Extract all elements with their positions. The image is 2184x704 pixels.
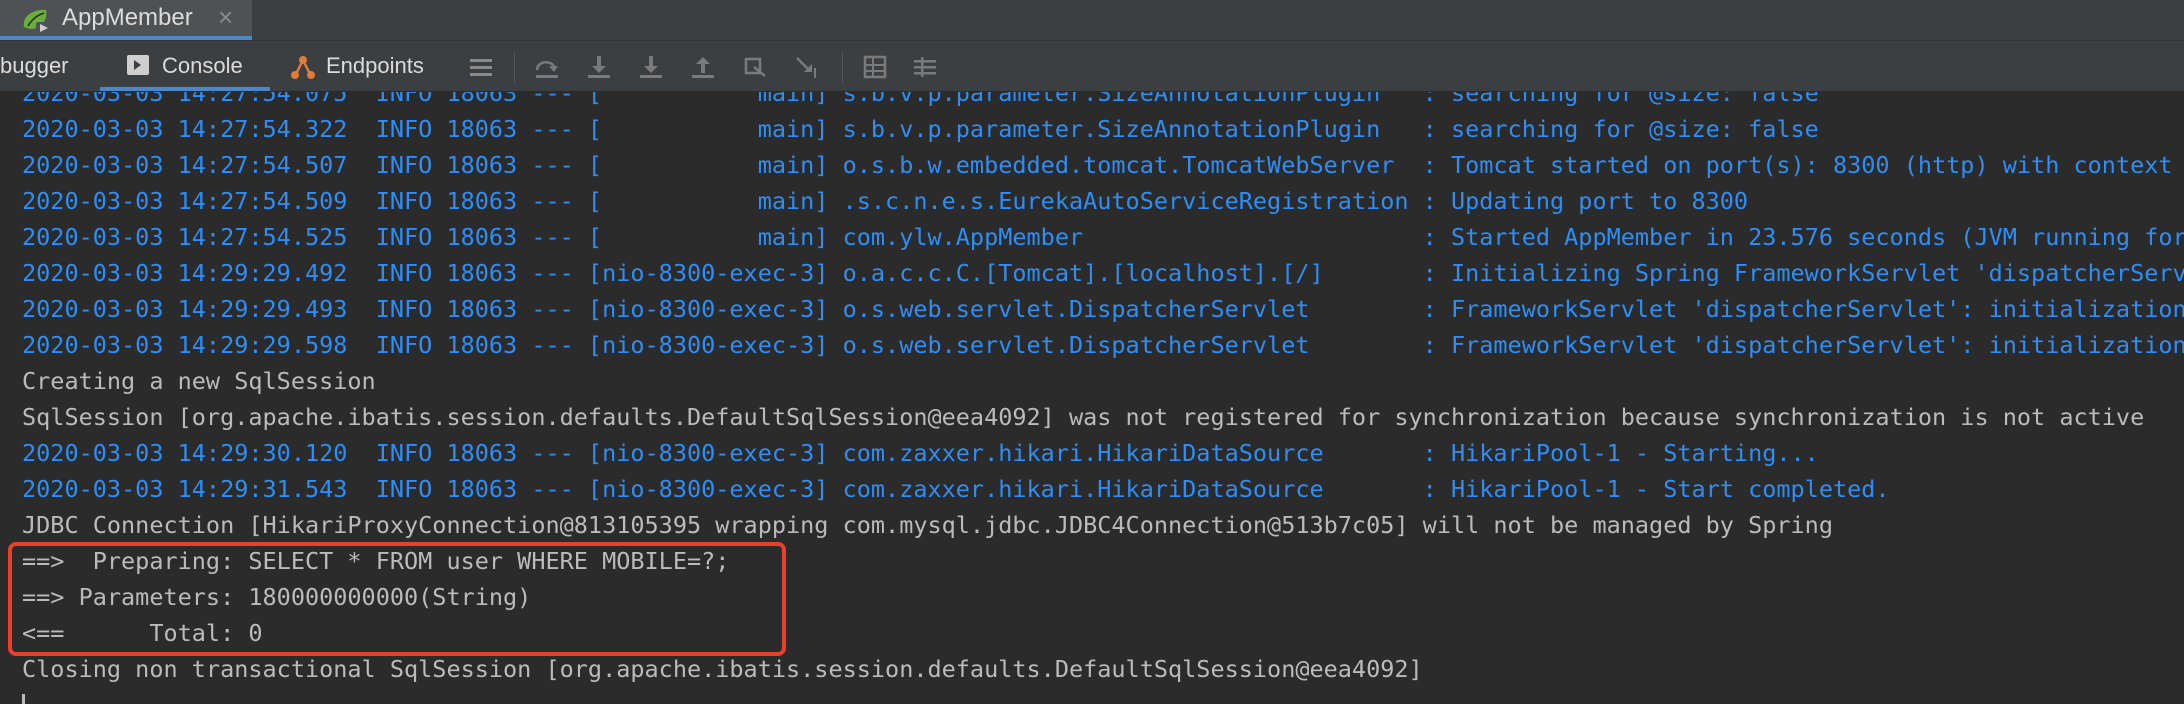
step-into-icon[interactable]: [586, 54, 612, 80]
log-line: 2020-03-03 14:29:29.598 INFO 18063 --- […: [22, 331, 2184, 359]
evaluate-icon[interactable]: [862, 54, 888, 80]
run-to-cursor-icon[interactable]: [794, 54, 820, 80]
log-line: 2020-03-03 14:29:29.492 INFO 18063 --- […: [22, 259, 2184, 287]
log-line: Creating a new SqlSession: [22, 367, 376, 395]
drop-frame-icon[interactable]: [742, 54, 768, 80]
force-step-into-icon[interactable]: [638, 54, 664, 80]
toolbar-separator: [514, 51, 515, 83]
log-line: 2020-03-03 14:27:54.322 INFO 18063 --- […: [22, 115, 1819, 143]
trace-icon[interactable]: [912, 54, 938, 80]
log-line: SqlSession [org.apache.ibatis.session.de…: [22, 403, 2145, 431]
log-line: 2020-03-03 14:27:54.507 INFO 18063 --- […: [22, 151, 2184, 179]
log-line: 2020-03-03 14:27:54.075 INFO 18063 --- […: [22, 92, 1819, 107]
log-line: JDBC Connection [HikariProxyConnection@8…: [22, 511, 1833, 539]
tab-endpoints[interactable]: Endpoints: [286, 41, 466, 91]
text-caret: [22, 694, 25, 704]
log-line: 2020-03-03 14:29:29.493 INFO 18063 --- […: [22, 295, 2184, 323]
toolbar-separator: [842, 51, 843, 83]
close-icon[interactable]: ×: [218, 2, 233, 33]
sql-highlight-box: [8, 542, 786, 656]
tab-console-label: Console: [162, 53, 243, 78]
endpoints-icon: [291, 56, 315, 79]
tab-debugger[interactable]: bugger: [0, 41, 100, 91]
log-line: 2020-03-03 14:27:54.509 INFO 18063 --- […: [22, 187, 1749, 215]
debug-toolbar: bugger Console Endpoints: [0, 41, 2184, 92]
step-over-icon[interactable]: [534, 54, 560, 80]
step-out-icon[interactable]: [690, 54, 716, 80]
console-icon: [127, 55, 149, 75]
log-line: Closing non transactional SqlSession [or…: [22, 655, 1423, 683]
log-line: 2020-03-03 14:29:31.543 INFO 18063 --- […: [22, 475, 1890, 503]
run-tab-appmember[interactable]: AppMember ×: [0, 0, 252, 40]
log-line: 2020-03-03 14:29:30.120 INFO 18063 --- […: [22, 439, 1819, 467]
run-tab-bar: AppMember ×: [0, 0, 2184, 41]
log-line: 2020-03-03 14:27:54.525 INFO 18063 --- […: [22, 223, 2184, 251]
run-tab-title: AppMember: [62, 4, 193, 31]
tab-debugger-label: bugger: [0, 53, 69, 78]
menu-icon[interactable]: [468, 54, 494, 80]
tab-endpoints-label: Endpoints: [326, 53, 424, 78]
spring-app-icon: [23, 9, 50, 34]
tab-console[interactable]: Console: [100, 41, 270, 91]
